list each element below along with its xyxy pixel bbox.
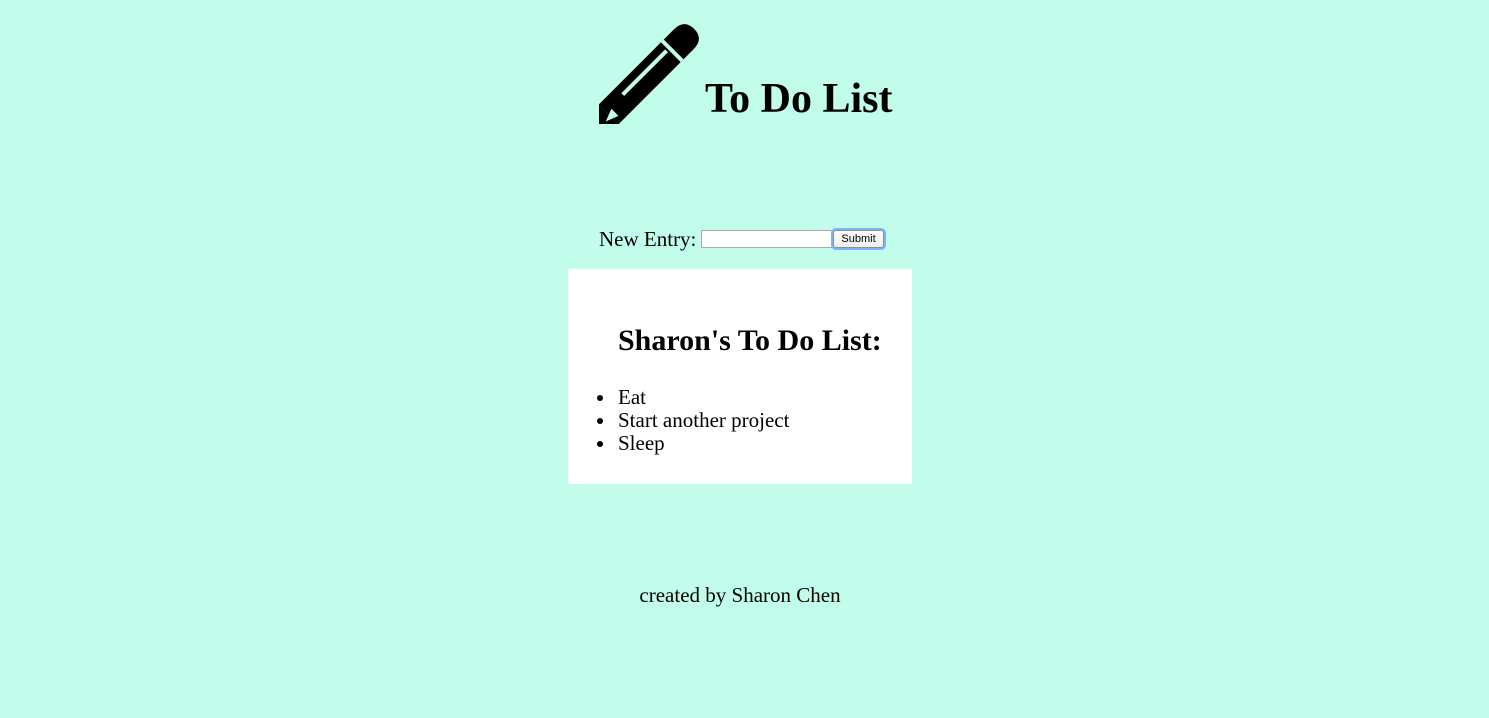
- page-header: To Do List: [599, 14, 893, 124]
- todo-item-start-another-project[interactable]: Start another project: [597, 408, 790, 432]
- todo-item-label: Eat: [618, 385, 646, 409]
- todo-item-label: Sleep: [618, 431, 665, 455]
- new-entry-input[interactable]: [701, 230, 834, 248]
- todo-item-eat[interactable]: Eat: [597, 385, 789, 409]
- todo-heading: Sharon's To Do List:: [618, 324, 882, 357]
- footer-credit: created by Sharon Chen: [639, 583, 841, 607]
- todo-card: Sharon's To Do List: Eat Start another p…: [568, 269, 912, 484]
- pencil-icon: [599, 24, 699, 124]
- page: To Do List New Entry: Submit Sharon's To…: [0, 0, 1489, 718]
- bullet-icon: [597, 418, 603, 424]
- bullet-icon: [597, 395, 603, 401]
- bullet-icon: [597, 441, 603, 447]
- new-entry-form: New Entry: Submit: [599, 226, 884, 252]
- todo-item-label: Start another project: [618, 408, 790, 432]
- submit-button[interactable]: Submit: [833, 230, 884, 248]
- todo-item-sleep[interactable]: Sleep: [597, 431, 789, 455]
- page-title: To Do List: [705, 76, 893, 122]
- todo-list: Eat Start another project Sleep: [597, 385, 790, 455]
- new-entry-label: New Entry:: [599, 226, 697, 251]
